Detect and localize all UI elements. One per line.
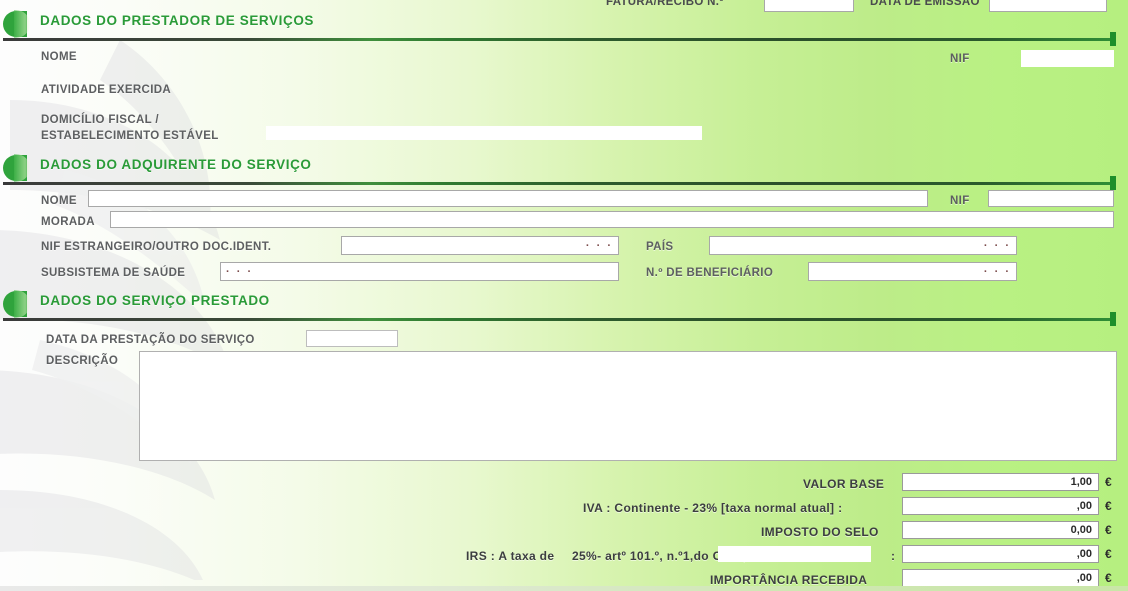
irs-colon: :	[891, 549, 896, 563]
total-value-valor-base: 1,00	[1070, 476, 1092, 488]
adquirente-beneficiario-label: N.º DE BENEFICIÁRIO	[646, 267, 774, 279]
pais-value: · · ·	[983, 239, 1011, 252]
section-servico: DADOS DO SERVIÇO PRESTADO	[0, 288, 1128, 328]
adquirente-morada-label: MORADA	[41, 216, 95, 228]
beneficiario-value: · · ·	[983, 265, 1011, 278]
adquirente-nif-estrangeiro-select[interactable]: · · ·	[341, 236, 619, 255]
section-divider-endcap	[1110, 32, 1116, 46]
total-value-iva: ,00	[1076, 500, 1092, 512]
adquirente-nif-estrangeiro-label: NIF ESTRANGEIRO/OUTRO DOC.IDENT.	[41, 241, 272, 253]
form-page: FATURA/RECIBO N.º DATA DE EMISSÃO DADOS …	[0, 0, 1128, 591]
total-input-imposto-selo[interactable]: 0,00	[902, 521, 1099, 539]
section-divider	[3, 38, 1115, 41]
section-tab-marker	[3, 10, 30, 38]
subsistema-value: · · ·	[226, 265, 254, 278]
adquirente-subsistema-select[interactable]: · · ·	[220, 262, 619, 281]
servico-data-input[interactable]	[306, 330, 398, 347]
euro-symbol-irs: €	[1105, 547, 1112, 561]
section-divider-endcap	[1110, 176, 1116, 190]
prestador-nif-label: NIF	[950, 53, 970, 65]
section-divider	[3, 182, 1115, 185]
section-title-servico: DADOS DO SERVIÇO PRESTADO	[40, 293, 270, 308]
servico-data-label: DATA DA PRESTAÇÃO DO SERVIÇO	[46, 334, 255, 346]
total-label-imposto-selo: IMPOSTO DO SELO	[761, 525, 879, 539]
prestador-domicilio-label-line1: DOMICÍLIO FISCAL /	[41, 114, 159, 126]
section-title-prestador: DADOS DO PRESTADOR DE SERVIÇOS	[40, 13, 315, 28]
euro-symbol-importancia-recebida: €	[1105, 571, 1112, 585]
prestador-nif-input[interactable]	[1021, 50, 1114, 67]
total-value-irs: ,00	[1076, 548, 1092, 560]
irs-extra-input[interactable]	[718, 546, 871, 562]
euro-symbol-iva: €	[1105, 499, 1112, 513]
total-value-imposto-selo: 0,00	[1070, 524, 1092, 536]
irs-prefix-label: IRS : A taxa de	[466, 549, 555, 563]
section-tab-marker	[3, 290, 30, 318]
section-title-adquirente: DADOS DO ADQUIRENTE DO SERVIÇO	[40, 157, 312, 172]
total-value-importancia-recebida: ,00	[1076, 572, 1092, 584]
section-divider-endcap	[1110, 312, 1116, 326]
prestador-domicilio-label-line2: ESTABELECIMENTO ESTÁVEL	[41, 130, 219, 142]
prestador-atividade-input[interactable]	[230, 80, 465, 96]
servico-descricao-label: DESCRIÇÃO	[46, 355, 119, 367]
servico-descricao-textarea[interactable]	[139, 351, 1117, 461]
adquirente-beneficiario-select[interactable]: · · ·	[808, 262, 1017, 281]
nif-estrangeiro-value: · · ·	[585, 239, 613, 252]
adquirente-nif-input[interactable]	[988, 190, 1114, 207]
total-input-importancia-recebida[interactable]: ,00	[902, 569, 1099, 587]
adquirente-nif-label: NIF	[950, 195, 970, 207]
invoice-number-label: FATURA/RECIBO N.º	[606, 0, 724, 8]
prestador-domicilio-input[interactable]	[266, 126, 702, 140]
section-tab-marker	[3, 154, 30, 182]
total-input-iva[interactable]: ,00	[902, 497, 1099, 515]
total-label-importancia-recebida: IMPORTÂNCIA RECEBIDA	[710, 573, 868, 587]
adquirente-pais-label: PAÍS	[646, 241, 674, 253]
adquirente-subsistema-label: SUBSISTEMA DE SAÚDE	[41, 267, 186, 279]
adquirente-nome-label: NOME	[41, 195, 77, 207]
euro-symbol-imposto-selo: €	[1105, 523, 1112, 537]
adquirente-morada-input[interactable]	[110, 211, 1114, 228]
section-divider	[3, 318, 1115, 321]
euro-symbol-valor-base: €	[1105, 475, 1112, 489]
prestador-atividade-label: ATIVIDADE EXERCIDA	[41, 84, 172, 96]
total-label-valor-base: VALOR BASE	[803, 477, 885, 491]
total-input-valor-base[interactable]: 1,00	[902, 473, 1099, 491]
issue-date-label: DATA DE EMISSÃO	[870, 0, 980, 8]
page-bottom-edge	[0, 586, 1128, 591]
total-label-iva: IVA : Continente - 23% [taxa normal atua…	[583, 501, 843, 515]
adquirente-pais-select[interactable]: · · ·	[709, 236, 1017, 255]
prestador-nome-label: NOME	[41, 51, 77, 63]
adquirente-nome-input[interactable]	[88, 190, 928, 207]
total-input-irs[interactable]: ,00	[902, 545, 1099, 563]
